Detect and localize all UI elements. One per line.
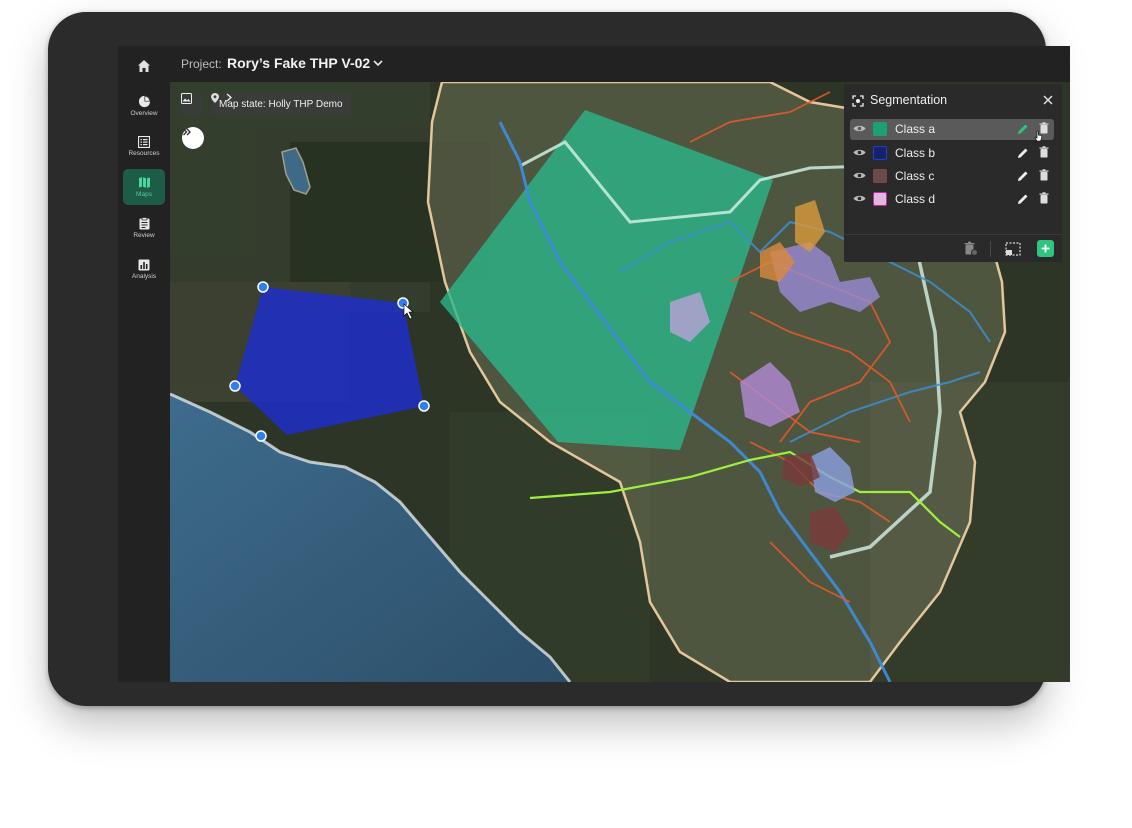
divider — [990, 241, 991, 257]
eye-icon[interactable] — [853, 148, 866, 157]
pencil-icon[interactable] — [1017, 170, 1029, 182]
top-bar: Project: Rory’s Fake THP V-02 — [170, 46, 1070, 82]
pencil-icon[interactable] — [1017, 193, 1029, 205]
location-pin-icon — [211, 93, 219, 103]
vertex-handle[interactable] — [418, 400, 430, 412]
home-button[interactable] — [132, 54, 156, 78]
class-color-swatch[interactable] — [873, 122, 887, 136]
pie-chart-icon — [138, 95, 150, 108]
app-screen: Overview Resources Maps Review Analysis … — [118, 46, 1070, 682]
project-label: Project: — [181, 57, 222, 71]
home-icon — [138, 60, 150, 72]
layers-button[interactable] — [181, 93, 203, 115]
map-state-button[interactable]: Map state: Holly THP Demo — [211, 93, 351, 115]
close-icon[interactable] — [1043, 95, 1053, 105]
sidebar-item-review[interactable]: Review — [123, 210, 165, 246]
sidebar-item-maps[interactable]: Maps — [123, 169, 165, 205]
sidebar-item-label: Analysis — [131, 272, 157, 280]
class-color-swatch[interactable] — [873, 192, 887, 206]
class-row[interactable]: Class a — [850, 119, 1054, 140]
sidebar-item-analysis[interactable]: Analysis — [123, 251, 165, 287]
segmentation-panel: Segmentation Class a Class b Class c Cla… — [844, 84, 1062, 262]
sidebar: Overview Resources Maps Review Analysis — [118, 46, 170, 682]
class-name: Class b — [895, 146, 936, 160]
delete-all-icon[interactable] — [964, 241, 978, 256]
eye-icon[interactable] — [853, 124, 866, 133]
trash-icon[interactable] — [1039, 169, 1049, 181]
add-class-button[interactable] — [1037, 240, 1054, 257]
vertex-handle[interactable] — [255, 430, 267, 442]
trash-icon[interactable] — [1039, 192, 1049, 204]
eye-icon[interactable] — [853, 171, 866, 180]
pencil-icon[interactable] — [1017, 123, 1029, 135]
class-name: Class d — [895, 192, 936, 206]
sidebar-item-label: Maps — [136, 191, 152, 198]
map-state-label: Map state: Holly THP Demo — [219, 98, 343, 110]
class-row[interactable]: Class b — [850, 143, 1054, 164]
list-icon — [138, 135, 150, 148]
class-color-swatch[interactable] — [873, 169, 887, 183]
class-name: Class a — [895, 122, 936, 136]
panel-footer — [844, 234, 1062, 263]
device-frame: Overview Resources Maps Review Analysis … — [48, 12, 1070, 706]
vertex-handle[interactable] — [229, 380, 241, 392]
class-row[interactable]: Class c — [850, 166, 1054, 187]
sidebar-item-label: Resources — [128, 149, 160, 157]
expand-panel-button[interactable] — [182, 127, 204, 149]
eye-icon[interactable] — [853, 194, 866, 203]
plus-icon — [1041, 244, 1050, 253]
map-icon — [138, 177, 150, 188]
sidebar-item-resources[interactable]: Resources — [123, 128, 165, 164]
hand-cursor-icon — [1034, 130, 1043, 142]
class-row[interactable]: Class d — [850, 189, 1054, 210]
project-name[interactable]: Rory’s Fake THP V-02 — [227, 55, 370, 71]
clipboard-icon — [139, 217, 149, 230]
chevron-right-icon — [226, 93, 232, 102]
class-name: Class c — [895, 169, 935, 183]
sidebar-item-overview[interactable]: Overview — [123, 88, 165, 124]
panel-title: Segmentation — [870, 93, 948, 107]
pencil-icon[interactable] — [1017, 147, 1029, 159]
chevron-down-icon[interactable] — [372, 57, 384, 69]
panel-header: Segmentation — [844, 84, 1062, 116]
select-region-icon[interactable] — [1005, 242, 1021, 256]
image-icon — [181, 93, 192, 104]
sidebar-item-label: Overview — [130, 110, 158, 117]
segmentation-icon — [852, 95, 864, 107]
vertex-handle[interactable] — [257, 281, 269, 293]
trash-icon[interactable] — [1039, 146, 1049, 158]
bar-chart-icon — [138, 259, 150, 270]
sidebar-item-label: Review — [133, 232, 155, 239]
class-color-swatch[interactable] — [873, 146, 887, 160]
double-chevron-right-icon — [183, 128, 191, 136]
